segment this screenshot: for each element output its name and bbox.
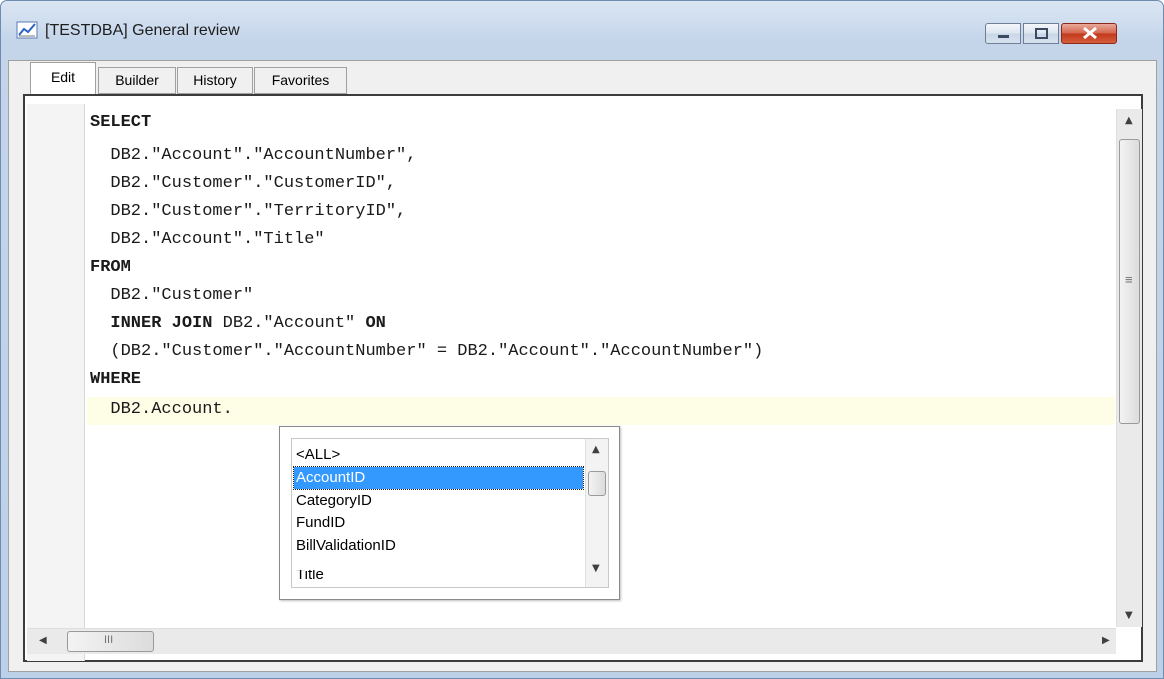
code-line: DB2."Account"."Title" <box>90 230 325 249</box>
join-keyword: INNER JOIN <box>90 314 213 333</box>
horizontal-scroll-thumb[interactable]: III <box>67 631 154 652</box>
scroll-up-icon[interactable]: ▲ <box>1125 115 1133 126</box>
scroll-down-icon[interactable]: ▼ <box>592 563 600 574</box>
autocomplete-popup[interactable]: <ALL> AccountID CategoryID FundID BillVa… <box>279 426 620 600</box>
join-table: DB2."Account" <box>212 314 366 333</box>
code-line: DB2."Customer"."CustomerID", <box>90 174 397 193</box>
list-item[interactable]: Title <box>294 570 583 584</box>
list-item[interactable]: CategoryID <box>294 490 583 512</box>
tab-edit[interactable]: Edit <box>30 62 96 95</box>
autocomplete-scroll-thumb[interactable] <box>588 471 606 496</box>
code-line: (DB2."Customer"."AccountNumber" = DB2."A… <box>90 342 764 361</box>
scroll-left-icon[interactable]: ◀ <box>39 635 47 646</box>
autocomplete-scrollbar[interactable]: ▲ ▼ <box>585 439 608 587</box>
minimize-button[interactable] <box>985 23 1021 44</box>
code-line-current: DB2.Account. <box>90 400 233 419</box>
scroll-right-icon[interactable]: ▶ <box>1102 635 1110 646</box>
title-bar[interactable]: [TESTDBA] General review <box>1 1 1163 45</box>
window-title: [TESTDBA] General review <box>45 22 240 39</box>
current-line-highlight <box>87 397 1115 425</box>
editor-gutter <box>27 104 85 661</box>
autocomplete-list[interactable]: <ALL> AccountID CategoryID FundID BillVa… <box>291 438 609 588</box>
tab-favorites[interactable]: Favorites <box>254 67 347 94</box>
code-line: FROM <box>90 258 131 277</box>
editor-window: [TESTDBA] General review Edit Builder Hi… <box>0 0 1164 679</box>
minimize-icon <box>998 35 1009 38</box>
scroll-up-icon[interactable]: ▲ <box>592 444 600 455</box>
scroll-down-icon[interactable]: ▼ <box>1125 610 1133 621</box>
close-button[interactable] <box>1061 23 1117 44</box>
restore-icon <box>1035 28 1048 39</box>
vertical-scroll-thumb[interactable]: ≡ <box>1119 139 1140 424</box>
code-line: WHERE <box>90 370 142 389</box>
code-line: SELECT <box>90 113 152 132</box>
vertical-scrollbar[interactable]: ▲ ≡ ▼ <box>1116 109 1142 627</box>
list-item[interactable]: FundID <box>294 512 583 534</box>
code-line-join: INNER JOIN DB2."Account" ON <box>90 314 386 333</box>
code-line: DB2."Customer"."TerritoryID", <box>90 202 407 221</box>
on-keyword: ON <box>365 314 386 333</box>
list-item[interactable]: BillValidationID <box>294 535 583 557</box>
code-line: DB2."Customer" <box>90 286 254 305</box>
grip-icon: III <box>104 634 114 646</box>
list-item-label: Title <box>296 570 324 583</box>
close-icon <box>1083 26 1097 40</box>
list-item[interactable]: <ALL> <box>294 444 583 466</box>
chart-icon <box>16 21 38 39</box>
tab-builder[interactable]: Builder <box>98 67 176 94</box>
list-item-selected[interactable]: AccountID <box>293 466 584 490</box>
tab-history[interactable]: History <box>177 67 253 94</box>
horizontal-scrollbar[interactable]: ◀ III ▶ <box>27 628 1116 654</box>
grip-icon: ≡ <box>1125 272 1133 287</box>
maximize-button[interactable] <box>1023 23 1059 44</box>
code-line: DB2."Account"."AccountNumber", <box>90 146 417 165</box>
